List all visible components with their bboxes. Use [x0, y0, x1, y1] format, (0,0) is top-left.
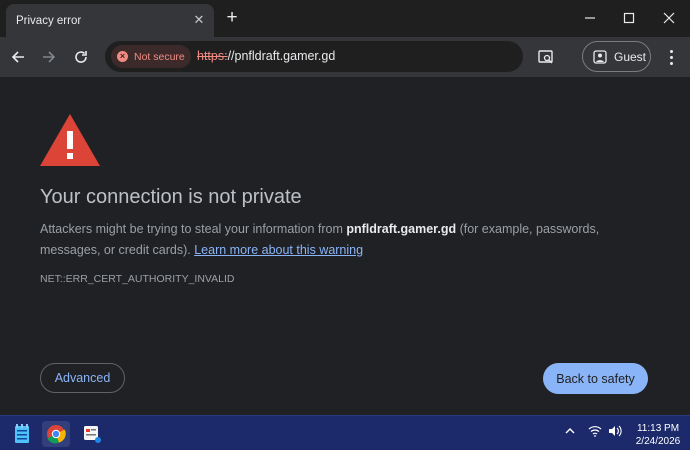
security-chip-label: Not secure — [134, 50, 185, 63]
error-code: NET::ERR_CERT_AUTHORITY_INVALID — [40, 273, 235, 285]
close-window-icon[interactable] — [654, 6, 684, 30]
wifi-icon[interactable] — [588, 425, 602, 440]
learn-more-link[interactable]: Learn more about this warning — [194, 243, 363, 257]
warning-icon — [40, 114, 100, 166]
back-icon[interactable] — [6, 45, 30, 69]
description-prefix: Attackers might be trying to steal your … — [40, 222, 347, 236]
maximize-icon[interactable] — [614, 6, 644, 30]
address-bar[interactable]: × Not secure https://pnfldraft.gamer.gd — [105, 41, 523, 72]
volume-icon[interactable] — [608, 425, 622, 440]
search-tab-icon[interactable] — [534, 45, 558, 69]
app-icon[interactable] — [78, 421, 106, 447]
profile-label: Guest — [614, 49, 647, 64]
advanced-button[interactable]: Advanced — [40, 363, 125, 393]
tab-title: Privacy error — [16, 14, 82, 27]
system-clock[interactable]: 11:13 PM 2/24/2026 — [632, 422, 684, 448]
profile-icon — [593, 49, 607, 64]
domain-name: pnfldraft.gamer.gd — [346, 222, 457, 236]
chrome-icon[interactable] — [42, 421, 70, 447]
not-secure-icon: × — [117, 51, 128, 62]
forward-icon[interactable] — [37, 45, 61, 69]
close-icon[interactable]: ✕ — [192, 13, 206, 27]
url-host: //pnfldraft.gamer.gd — [227, 49, 336, 63]
more-icon[interactable] — [662, 45, 680, 69]
tab-privacy-error[interactable]: Privacy error ✕ — [6, 4, 214, 37]
profile-button[interactable]: Guest — [582, 41, 651, 72]
back-to-safety-button[interactable]: Back to safety — [543, 363, 648, 394]
security-chip[interactable]: × Not secure — [111, 45, 191, 68]
warning-description: Attackers might be trying to steal your … — [40, 219, 640, 261]
taskbar: 11:13 PM 2/24/2026 — [0, 415, 690, 450]
toolbar: × Not secure https://pnfldraft.gamer.gd … — [0, 37, 690, 77]
reload-icon[interactable] — [69, 45, 93, 69]
clock-time: 11:13 PM — [636, 423, 680, 434]
chevron-up-icon[interactable] — [564, 425, 576, 440]
url-scheme: https: — [197, 49, 228, 63]
clock-date: 2/24/2026 — [635, 436, 681, 447]
interstitial-page: Your connection is not private Attackers… — [0, 77, 690, 415]
plus-icon[interactable]: + — [222, 8, 242, 28]
url-text[interactable]: https://pnfldraft.gamer.gd — [197, 49, 335, 63]
tab-strip: Privacy error ✕ + — [0, 0, 690, 37]
minimize-icon[interactable] — [575, 6, 605, 30]
page-title: Your connection is not private — [40, 186, 302, 208]
notepad-icon[interactable] — [8, 421, 36, 447]
